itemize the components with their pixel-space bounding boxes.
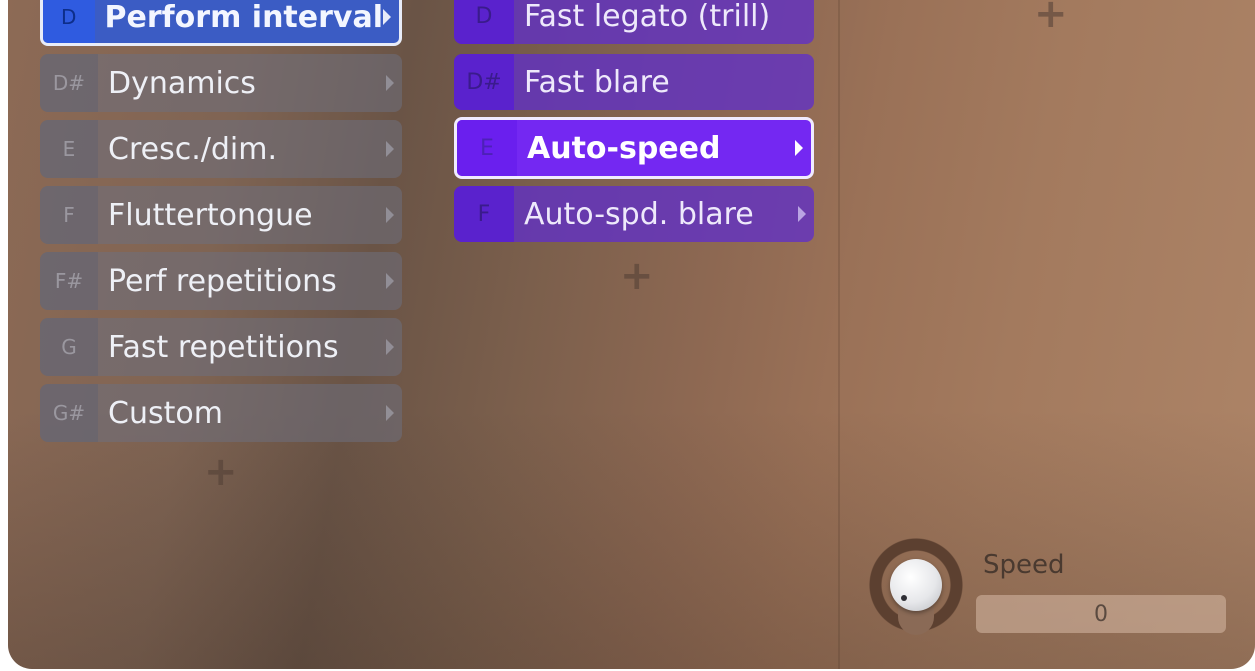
chevron-right-icon[interactable] — [386, 141, 394, 157]
key-label: F — [40, 186, 98, 244]
speed-value-field[interactable]: 0 — [976, 595, 1226, 633]
chevron-right-icon[interactable] — [386, 75, 394, 91]
item-label: Cresc./dim. — [108, 131, 277, 167]
item-label: Fast blare — [524, 64, 670, 100]
instrument-panel: D Perform interval D# Dynamics E Cresc./… — [8, 0, 1255, 669]
knob-cap[interactable] — [890, 559, 942, 611]
item-label: Fluttertongue — [108, 197, 313, 233]
key-label: G — [40, 318, 98, 376]
key-label: E — [40, 120, 98, 178]
chevron-right-icon[interactable] — [386, 207, 394, 223]
list-item-custom[interactable]: G# Custom — [40, 384, 402, 442]
key-label: D — [454, 0, 514, 44]
item-label: Auto-spd. blare — [524, 196, 754, 232]
add-item-button-tertiary[interactable]: + — [1034, 0, 1068, 34]
list-item-auto-spd-blare[interactable]: F Auto-spd. blare — [454, 186, 814, 242]
item-label: Custom — [108, 395, 223, 431]
list-item-perf-repetitions[interactable]: F# Perf repetitions — [40, 252, 402, 310]
key-label: G# — [40, 384, 98, 442]
key-label: D# — [40, 54, 98, 112]
key-label: D# — [454, 54, 514, 110]
chevron-right-icon[interactable] — [386, 405, 394, 421]
item-label: Perform interval — [104, 0, 384, 35]
chevron-right-icon[interactable] — [386, 339, 394, 355]
chevron-right-icon[interactable] — [386, 273, 394, 289]
key-label: E — [457, 120, 517, 176]
list-item-fast-blare[interactable]: D# Fast blare — [454, 54, 814, 110]
item-label: Auto-speed — [527, 130, 721, 166]
key-label: D — [43, 0, 95, 43]
list-item-auto-speed[interactable]: E Auto-speed — [454, 117, 814, 179]
list-item-dynamics[interactable]: D# Dynamics — [40, 54, 402, 112]
speed-label: Speed — [983, 550, 1065, 580]
item-label: Fast repetitions — [108, 329, 339, 365]
key-label: F — [454, 186, 514, 242]
chevron-right-icon[interactable] — [383, 9, 391, 25]
chevron-right-icon[interactable] — [798, 206, 806, 222]
articulation-list-secondary: D Fast legato (trill) D# Fast blare E Au… — [454, 0, 814, 252]
item-label: Perf repetitions — [108, 263, 337, 299]
list-item-fast-legato[interactable]: D Fast legato (trill) — [454, 0, 814, 44]
column-divider — [838, 0, 840, 669]
item-label: Fast legato (trill) — [524, 0, 771, 34]
list-item-perform-interval[interactable]: D Perform interval — [40, 0, 402, 46]
knob-indicator-icon — [901, 595, 907, 601]
speed-knob[interactable] — [868, 537, 964, 635]
articulation-list-primary: D Perform interval D# Dynamics E Cresc./… — [40, 0, 402, 450]
add-item-button-primary[interactable]: + — [204, 452, 238, 492]
list-item-fast-repetitions[interactable]: G Fast repetitions — [40, 318, 402, 376]
list-item-cresc-dim[interactable]: E Cresc./dim. — [40, 120, 402, 178]
item-label: Dynamics — [108, 65, 256, 101]
list-item-fluttertongue[interactable]: F Fluttertongue — [40, 186, 402, 244]
key-label: F# — [40, 252, 98, 310]
add-item-button-secondary[interactable]: + — [620, 256, 654, 296]
chevron-right-icon[interactable] — [795, 140, 803, 156]
